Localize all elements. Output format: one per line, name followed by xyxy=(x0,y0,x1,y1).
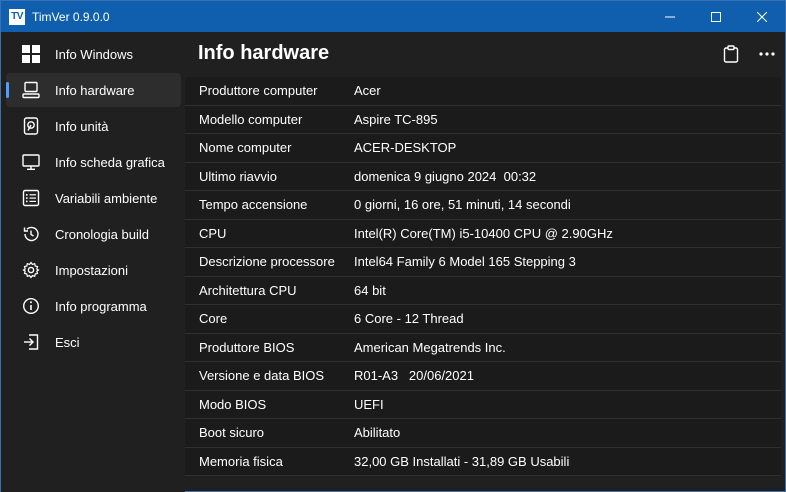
windows-logo-icon xyxy=(21,44,41,64)
maximize-icon xyxy=(711,11,721,22)
page-title: Info hardware xyxy=(198,42,330,64)
app-logo-icon: TV xyxy=(9,8,25,25)
row-value: ACER-DESKTOP xyxy=(354,140,457,156)
row-label: Produttore computer xyxy=(199,83,318,99)
row-value: domenica 9 giugno 2024 00:32 xyxy=(354,168,537,184)
row-label: Nome computer xyxy=(199,140,292,156)
row-label: Tempo accensione xyxy=(199,197,308,213)
monitor-icon xyxy=(21,152,41,172)
table-row: Boot sicuro Abilitato xyxy=(185,419,781,448)
maximize-button[interactable] xyxy=(693,1,739,32)
table-row: Tempo accensione 0 giorni, 16 ore, 51 min… xyxy=(185,191,781,220)
table-row: Produttore BIOS American Megatrends Inc. xyxy=(185,333,781,362)
sidebar-item-label: Cronologia build xyxy=(55,226,149,242)
row-label: CPU xyxy=(199,225,227,241)
table-row: Modo BIOS UEFI xyxy=(185,390,781,419)
row-value: 64 bit xyxy=(354,282,386,298)
sidebar-item-cronologia-build[interactable]: Cronologia build xyxy=(6,217,181,251)
table-row: Ultimo riavvio domenica 9 giugno 2024 00:… xyxy=(185,162,781,191)
drive-icon xyxy=(21,116,41,136)
row-label: Modello computer xyxy=(199,111,303,127)
window-title: TimVer 0.9.0.0 xyxy=(32,9,110,24)
info-icon xyxy=(21,296,41,316)
clipboard-icon xyxy=(723,45,739,63)
table-row: Versione e data BIOS R01-A3 20/06/2021 xyxy=(185,362,781,391)
history-icon xyxy=(21,224,41,244)
row-label: Core xyxy=(199,311,228,327)
sidebar-item-variabili-ambiente[interactable]: Variabili ambiente xyxy=(6,181,181,215)
row-value: Intel64 Family 6 Model 165 Stepping 3 xyxy=(354,254,576,270)
table-row: Modello computer Aspire TC-895 xyxy=(185,105,781,134)
list-icon xyxy=(21,188,41,208)
row-value: American Megatrends Inc. xyxy=(354,339,506,355)
table-row: Memoria fisica 32,00 GB Installati - 31,8… xyxy=(185,447,781,476)
row-value: 0 giorni, 16 ore, 51 minuti, 14 secondi xyxy=(354,197,571,213)
sidebar-item-label: Info hardware xyxy=(55,82,135,98)
sidebar-item-info-programma[interactable]: Info programma xyxy=(6,289,181,323)
sidebar-item-impostazioni[interactable]: Impostazioni xyxy=(6,253,181,287)
row-value: 6 Core - 12 Thread xyxy=(354,311,464,327)
copy-to-clipboard-button[interactable] xyxy=(713,41,749,67)
minimize-icon xyxy=(665,16,675,17)
row-value: Intel(R) Core(TM) i5-10400 CPU @ 2.90GHz xyxy=(354,225,613,241)
gear-icon xyxy=(21,260,41,280)
row-label: Versione e data BIOS xyxy=(199,368,325,384)
hardware-info-table: Produttore computer Acer Modello computer… xyxy=(185,77,781,476)
row-label: Architettura CPU xyxy=(199,282,297,298)
sidebar-item-info-hardware[interactable]: Info hardware xyxy=(6,73,181,107)
sidebar-item-label: Impostazioni xyxy=(55,262,128,278)
main-content: Info hardware Produttore computer Acer Mo… xyxy=(185,32,785,492)
row-value: 32,00 GB Installati - 31,89 GB Usabili xyxy=(354,453,570,469)
table-row: Descrizione processore Intel64 Family 6 M… xyxy=(185,248,781,277)
table-row: Core 6 Core - 12 Thread xyxy=(185,305,781,334)
sidebar: Info Windows Info hardware Info unità In… xyxy=(1,32,185,492)
table-row: Produttore computer Acer xyxy=(185,77,781,106)
row-value: R01-A3 20/06/2021 xyxy=(354,368,474,384)
sidebar-item-label: Info unità xyxy=(55,118,109,134)
sidebar-item-label: Esci xyxy=(55,334,80,350)
row-label: Boot sicuro xyxy=(199,425,265,441)
sidebar-item-esci[interactable]: Esci xyxy=(6,325,181,359)
sidebar-item-info-unita[interactable]: Info unità xyxy=(6,109,181,143)
row-value: Abilitato xyxy=(354,425,401,441)
sidebar-item-label: Info Windows xyxy=(55,46,134,62)
sidebar-item-label: Info scheda grafica xyxy=(55,154,165,170)
table-row: Nome computer ACER-DESKTOP xyxy=(185,134,781,163)
close-icon xyxy=(757,11,767,22)
row-label: Memoria fisica xyxy=(199,453,283,469)
more-icon xyxy=(759,52,775,56)
row-label: Ultimo riavvio xyxy=(199,168,278,184)
computer-icon xyxy=(21,80,41,100)
sidebar-item-info-windows[interactable]: Info Windows xyxy=(6,37,181,71)
row-value: Acer xyxy=(354,83,381,99)
table-row: Architettura CPU 64 bit xyxy=(185,276,781,305)
sidebar-item-label: Info programma xyxy=(55,298,147,314)
row-label: Descrizione processore xyxy=(199,254,335,270)
more-options-button[interactable] xyxy=(749,41,785,67)
row-value: Aspire TC-895 xyxy=(354,111,438,127)
row-label: Produttore BIOS xyxy=(199,339,295,355)
row-value: UEFI xyxy=(354,396,384,412)
sidebar-item-info-scheda-grafica[interactable]: Info scheda grafica xyxy=(6,145,181,179)
sidebar-item-label: Variabili ambiente xyxy=(55,190,158,206)
minimize-button[interactable] xyxy=(647,1,693,32)
close-button[interactable] xyxy=(739,1,785,32)
app-window: TV TimVer 0.9.0.0 Info Windows Info hard… xyxy=(0,0,786,492)
table-row: CPU Intel(R) Core(TM) i5-10400 CPU @ 2.90… xyxy=(185,219,781,248)
row-label: Modo BIOS xyxy=(199,396,267,412)
title-bar[interactable]: TV TimVer 0.9.0.0 xyxy=(1,1,785,32)
exit-icon xyxy=(21,332,41,352)
